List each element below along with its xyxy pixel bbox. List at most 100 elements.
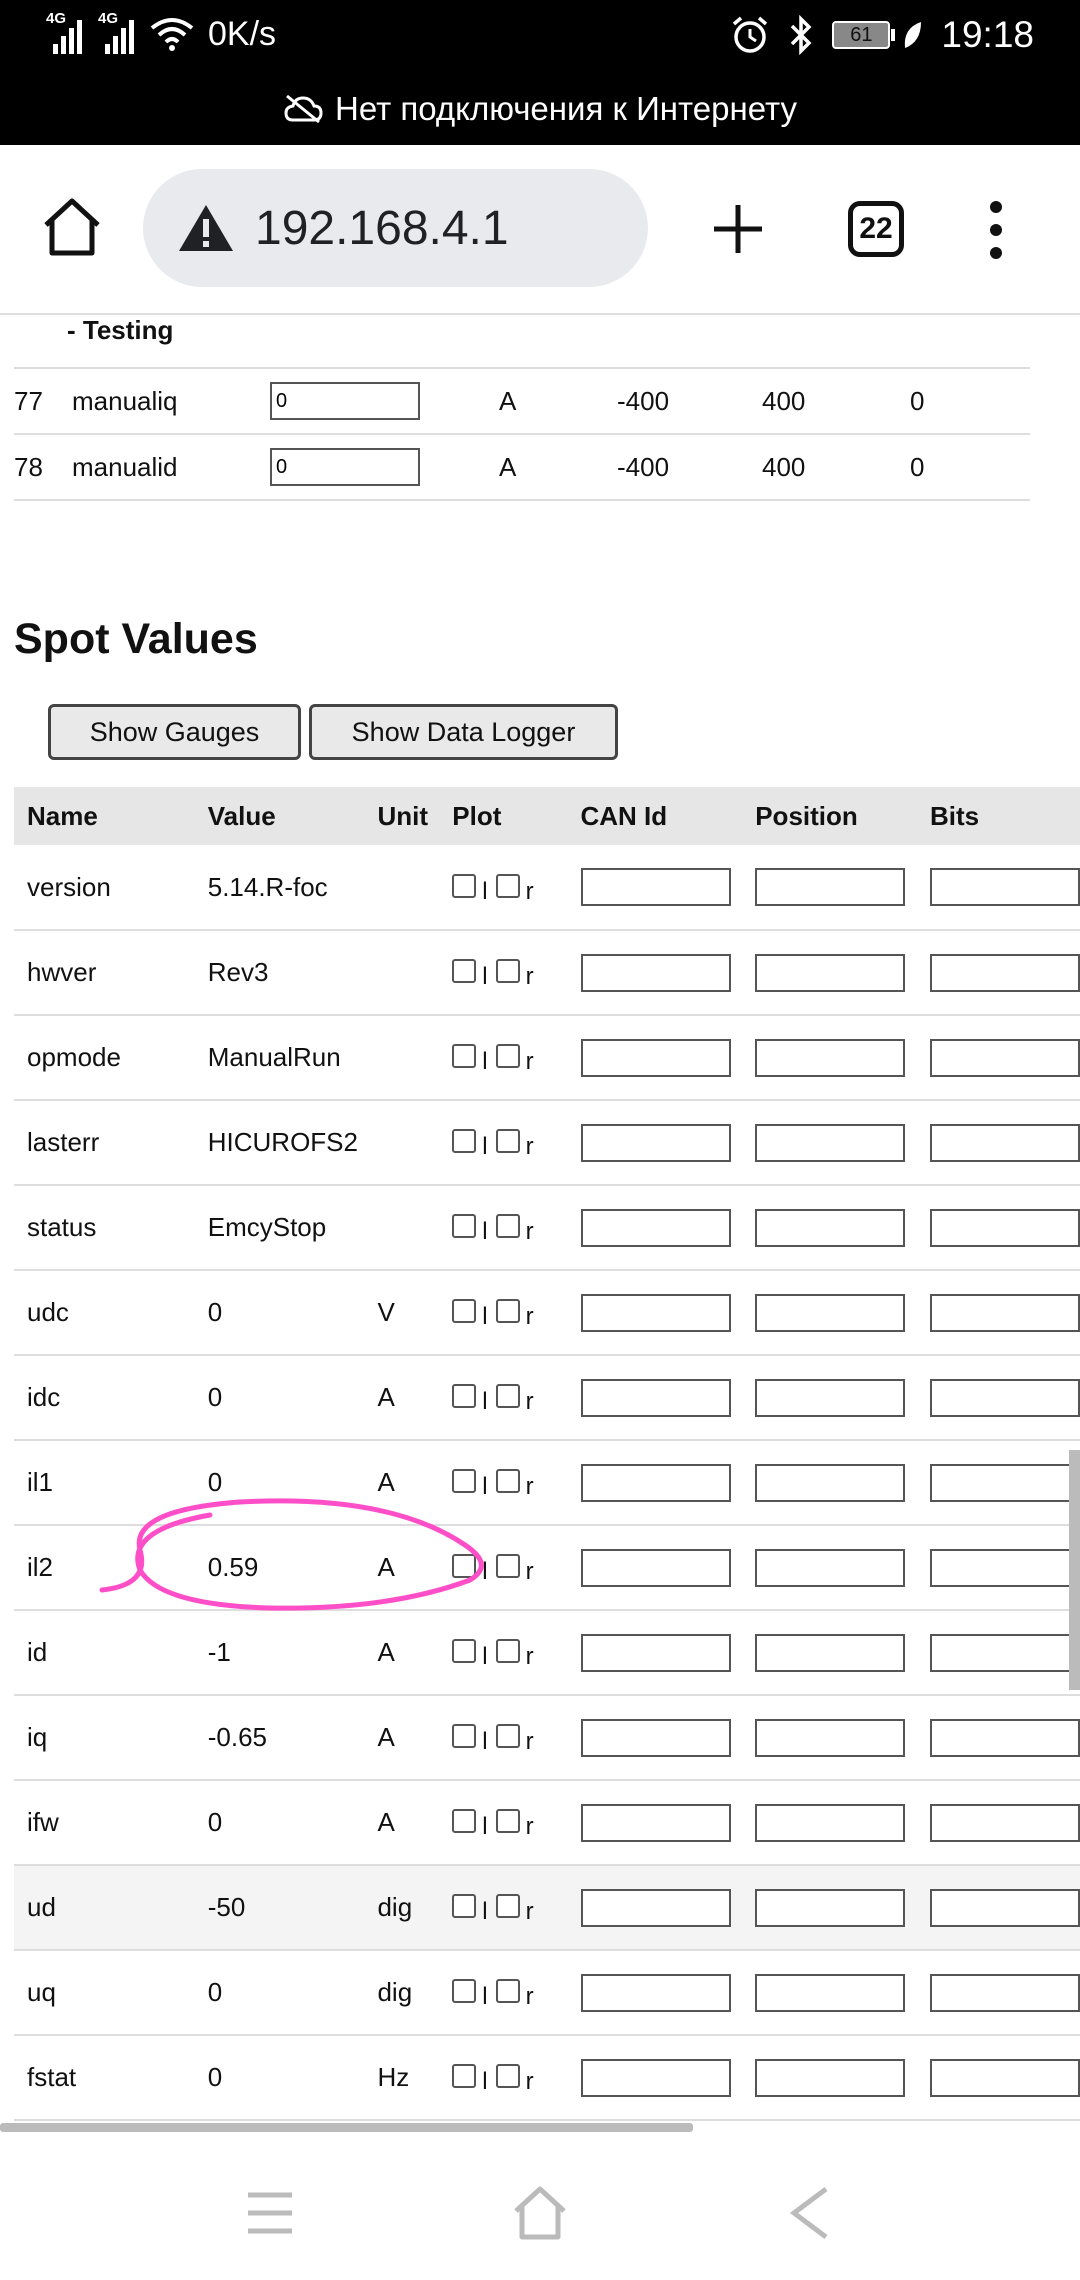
plot-left-checkbox[interactable] [452, 959, 477, 984]
canid-input[interactable] [580, 1548, 731, 1587]
plot-right-checkbox[interactable] [495, 959, 520, 984]
nav-home-icon[interactable] [510, 2183, 570, 2243]
address-bar[interactable]: 192.168.4.1 [143, 169, 648, 287]
plot-right-checkbox[interactable] [495, 1044, 520, 1069]
vertical-scrollbar[interactable] [1069, 1450, 1080, 1690]
bits-input[interactable] [929, 868, 1080, 907]
spot-unit: A [364, 1780, 440, 1866]
bits-input[interactable] [929, 1293, 1080, 1332]
plot-right-checkbox[interactable] [495, 2064, 520, 2089]
position-input[interactable] [755, 1038, 906, 1077]
show-data-logger-button[interactable]: Show Data Logger [309, 704, 618, 760]
position-input[interactable] [755, 1548, 906, 1587]
col-bits: Bits [916, 787, 1080, 845]
plot-left-checkbox[interactable] [452, 1894, 477, 1919]
canid-input[interactable] [580, 1718, 731, 1757]
bits-input[interactable] [929, 1548, 1080, 1587]
position-input[interactable] [755, 1888, 906, 1927]
plot-right-checkbox[interactable] [495, 1894, 520, 1919]
plot-left-checkbox[interactable] [452, 873, 477, 898]
canid-input[interactable] [580, 868, 731, 907]
position-input[interactable] [755, 1718, 906, 1757]
plot-right-checkbox[interactable] [495, 1469, 520, 1494]
canid-input[interactable] [580, 1973, 731, 2012]
position-input[interactable] [755, 2058, 906, 2097]
plot-left-checkbox[interactable] [452, 1809, 477, 1834]
warning-icon[interactable] [177, 203, 235, 253]
plot-right-checkbox[interactable] [495, 1299, 520, 1324]
position-input[interactable] [755, 1208, 906, 1247]
position-input[interactable] [755, 1293, 906, 1332]
bits-input[interactable] [929, 1123, 1080, 1162]
bits-input[interactable] [929, 953, 1080, 992]
param-value-input[interactable] [270, 382, 420, 420]
bits-input[interactable] [929, 1973, 1080, 2012]
canid-input[interactable] [580, 1463, 731, 1502]
plot-right-checkbox[interactable] [495, 1979, 520, 2004]
position-input[interactable] [755, 1973, 906, 2012]
plot-left-checkbox[interactable] [452, 1299, 477, 1324]
plot-right-checkbox[interactable] [495, 1554, 520, 1579]
bits-input[interactable] [929, 1803, 1080, 1842]
plot-left-checkbox[interactable] [452, 1724, 477, 1749]
plot-left-checkbox[interactable] [452, 1129, 477, 1154]
recents-menu-icon[interactable] [240, 2183, 300, 2243]
back-icon[interactable] [780, 2183, 840, 2243]
plot-right-checkbox[interactable] [495, 1214, 520, 1239]
bits-input[interactable] [929, 1463, 1080, 1502]
bits-input[interactable] [929, 1038, 1080, 1077]
position-input[interactable] [755, 953, 906, 992]
canid-input[interactable] [580, 1208, 731, 1247]
show-gauges-button[interactable]: Show Gauges [48, 704, 301, 760]
canid-input[interactable] [580, 1888, 731, 1927]
canid-input[interactable] [580, 1038, 731, 1077]
horizontal-scrollbar[interactable] [0, 2123, 693, 2132]
bits-input[interactable] [929, 2058, 1080, 2097]
plot-right-checkbox[interactable] [495, 1724, 520, 1749]
plot-left-checkbox[interactable] [452, 2064, 477, 2089]
canid-input[interactable] [580, 2058, 731, 2097]
bits-input[interactable] [929, 1208, 1080, 1247]
canid-cell [567, 1185, 743, 1271]
position-input[interactable] [755, 1123, 906, 1162]
plot-right-checkbox[interactable] [495, 1639, 520, 1664]
position-input[interactable] [755, 1803, 906, 1842]
canid-cell [567, 845, 743, 931]
canid-input[interactable] [580, 1803, 731, 1842]
canid-input[interactable] [580, 1378, 731, 1417]
position-input[interactable] [755, 1633, 906, 1672]
position-input[interactable] [755, 868, 906, 907]
new-tab-icon[interactable] [708, 199, 768, 259]
tab-switcher-button[interactable]: 22 [848, 201, 904, 257]
plot-left-checkbox[interactable] [452, 1639, 477, 1664]
plot-left-checkbox[interactable] [452, 1384, 477, 1409]
offline-banner: Нет подключения к Интернету [0, 90, 1080, 128]
plot-left-checkbox[interactable] [452, 1214, 477, 1239]
plot-left-checkbox[interactable] [452, 1044, 477, 1069]
canid-input[interactable] [580, 1293, 731, 1332]
canid-input[interactable] [580, 1633, 731, 1672]
param-value-input[interactable] [270, 448, 420, 486]
position-input[interactable] [755, 1378, 906, 1417]
param-name: manualid [72, 433, 270, 501]
bits-input[interactable] [929, 1378, 1080, 1417]
plot-left-checkbox[interactable] [452, 1554, 477, 1579]
plot-left-checkbox[interactable] [452, 1979, 477, 2004]
position-input[interactable] [755, 1463, 906, 1502]
plot-left-checkbox[interactable] [452, 1469, 477, 1494]
canid-input[interactable] [580, 1123, 731, 1162]
plot-right-checkbox[interactable] [495, 1384, 520, 1409]
canid-cell [567, 1270, 743, 1356]
canid-input[interactable] [580, 953, 731, 992]
bits-input[interactable] [929, 1888, 1080, 1927]
home-icon[interactable] [40, 195, 104, 259]
bits-input[interactable] [929, 1718, 1080, 1757]
plot-right-checkbox[interactable] [495, 873, 520, 898]
spot-value: 5.14.R-foc [194, 845, 365, 931]
more-menu-icon[interactable] [985, 199, 1007, 261]
spot-value: 0 [194, 2035, 365, 2121]
bits-cell [916, 1015, 1080, 1101]
plot-right-checkbox[interactable] [495, 1129, 520, 1154]
bits-input[interactable] [929, 1633, 1080, 1672]
plot-right-checkbox[interactable] [495, 1809, 520, 1834]
